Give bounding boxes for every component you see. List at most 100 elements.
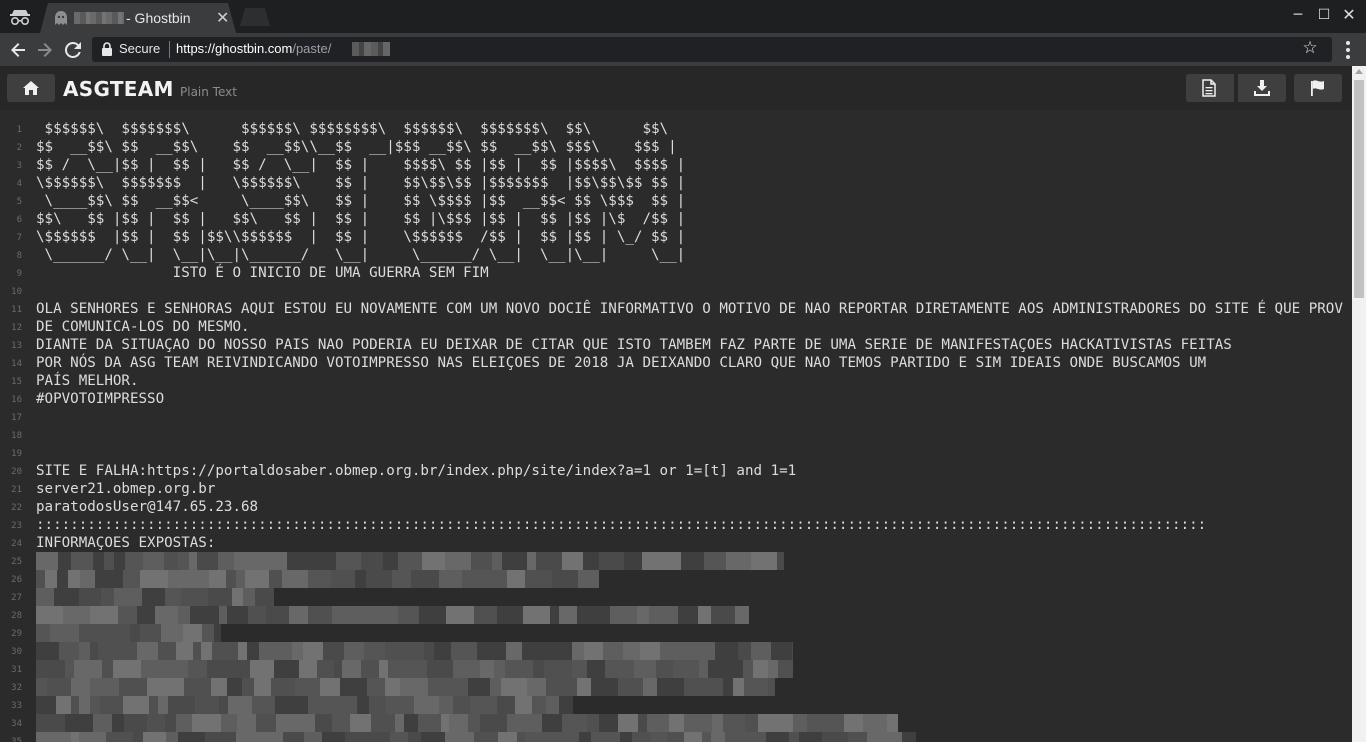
raw-button[interactable] xyxy=(1186,74,1234,102)
paste-line: 6 $$\ $$ |$$ | $$ | $$\ $$ | $$ | $$ |\$$… xyxy=(0,210,1352,228)
address-bar[interactable]: Secure https://ghostbin.com/paste/ xyxy=(92,37,1332,62)
line-number: 25 xyxy=(11,557,22,567)
omnibox-divider xyxy=(169,41,170,58)
redacted-line: 32 xyxy=(0,678,1352,696)
url-domain: https://ghostbin.com xyxy=(176,41,293,56)
secure-label: Secure xyxy=(119,41,161,56)
close-tab-icon[interactable]: ✕ xyxy=(216,8,229,27)
reload-icon[interactable] xyxy=(61,38,85,62)
paste-line: 10 xyxy=(0,282,1352,300)
line-number: 12 xyxy=(11,323,22,333)
line-text: $$ / \__|$$ | $$ | $$ / \__| $$ | $$$$\ … xyxy=(36,157,686,173)
redacted-line: 29 xyxy=(0,624,1352,642)
line-text: \$$$$$$ |$$ | $$ |$$\\$$$$$$ | $$ | \$$$… xyxy=(36,229,686,245)
line-number: 1 xyxy=(16,125,22,135)
browser-toolbar: Secure https://ghostbin.com/paste/ ☆ xyxy=(0,33,1366,66)
line-number: 35 xyxy=(11,737,22,742)
forward-arrow-icon[interactable] xyxy=(33,38,57,62)
line-number: 29 xyxy=(11,629,22,639)
line-number: 31 xyxy=(11,665,22,675)
paste-line: 23::::::::::::::::::::::::::::::::::::::… xyxy=(0,516,1352,534)
tab-title: - Ghostbin xyxy=(126,10,191,26)
line-number: 32 xyxy=(11,683,22,693)
new-tab-button[interactable] xyxy=(240,8,270,26)
pixelated-redaction xyxy=(36,660,793,678)
line-number: 8 xyxy=(16,251,22,261)
line-text: $$\ $$ |$$ | $$ | $$\ $$ | $$ | $$ |\$$$… xyxy=(36,211,686,227)
line-text: SITE E FALHA:https://portaldosaber.obmep… xyxy=(36,463,797,479)
line-number: 16 xyxy=(11,395,22,405)
url-input[interactable]: https://ghostbin.com/paste/ xyxy=(176,41,1076,59)
line-number: 17 xyxy=(11,413,22,423)
line-text: $$$$$$\ $$$$$$$\ $$$$$$\ $$$$$$$$\ $$$$$… xyxy=(36,121,677,137)
pixelated-redaction xyxy=(36,678,775,696)
line-text: server21.obmep.org.br xyxy=(36,481,216,497)
paste-line: 20 SITE E FALHA:https://portaldosaber.obm… xyxy=(0,462,1352,480)
line-text: \____$$\ $$ __$$< \____$$\ $$ | $$ \$$$$… xyxy=(36,193,686,209)
home-button[interactable] xyxy=(7,74,55,102)
active-tab[interactable]: - Ghostbin ✕ xyxy=(40,3,236,33)
line-number: 24 xyxy=(11,539,22,549)
line-number: 9 xyxy=(16,269,22,279)
incognito-icon xyxy=(10,10,30,26)
paste-line: 12 DE COMUNICA-LOS DO MESMO. xyxy=(0,318,1352,336)
paste-line: 2 $$ __$$\ $$ __$$\ $$ __$$\\__$$ __|$$$ … xyxy=(0,138,1352,156)
line-text: paratodosUser@147.65.23.68 xyxy=(36,499,259,515)
paste-line: 14 POR NÓS DA ASG TEAM REIVINDICANDO VOTO… xyxy=(0,354,1352,372)
home-icon xyxy=(23,81,39,95)
scroll-up-arrow-icon[interactable] xyxy=(1355,69,1363,74)
lock-icon xyxy=(102,42,112,56)
paste-line: 18 xyxy=(0,426,1352,444)
minimize-window-icon[interactable]: ─ xyxy=(1289,6,1307,24)
pixelated-redaction xyxy=(36,714,898,732)
back-arrow-icon[interactable] xyxy=(6,38,30,62)
browser-tab-bar: - Ghostbin ✕ ─ ☐ ✕ xyxy=(0,0,1366,33)
line-number: 22 xyxy=(11,503,22,513)
paste-line: 13 DIANTE DA SITUAÇAO DO NOSSO PAIS NAO P… xyxy=(0,336,1352,354)
pixelated-redaction xyxy=(36,642,793,660)
paste-line: 22 paratodosUser@147.65.23.68 xyxy=(0,498,1352,516)
line-text: \______/ \__| \__|\__|\______/ \__| \___… xyxy=(36,247,686,263)
line-number: 28 xyxy=(11,611,22,621)
line-text: $$ __$$\ $$ __$$\ $$ __$$\\__$$ __|$$$ _… xyxy=(36,139,677,155)
paste-line: 24 INFORMAÇOES EXPOSTAS: xyxy=(0,534,1352,552)
line-number: 19 xyxy=(11,449,22,459)
line-number: 10 xyxy=(11,287,22,297)
star-icon[interactable]: ☆ xyxy=(1300,38,1320,58)
line-number: 14 xyxy=(11,359,22,369)
page-scrollbar[interactable] xyxy=(1352,66,1366,742)
paste-line: 19 xyxy=(0,444,1352,462)
line-number: 20 xyxy=(11,467,22,477)
line-text: PAÍS MELHOR. xyxy=(36,373,139,389)
redacted-line: 28 xyxy=(0,606,1352,624)
report-button[interactable] xyxy=(1294,74,1342,102)
line-number: 23 xyxy=(11,521,22,531)
redacted-line: 31 xyxy=(0,660,1352,678)
download-button[interactable] xyxy=(1238,74,1286,102)
paste-line: 11 OLA SENHORES E SENHORAS AQUI ESTOU EU … xyxy=(0,300,1352,318)
redacted-line: 26 xyxy=(0,570,1352,588)
paste-line: 9 ISTO É O INICIO DE UMA GUERRA SEM FIM xyxy=(0,264,1352,282)
scroll-thumb[interactable] xyxy=(1354,80,1364,298)
paste-line: 5 \____$$\ $$ __$$< \____$$\ $$ | $$ \$$… xyxy=(0,192,1352,210)
kebab-menu-icon[interactable] xyxy=(1339,38,1357,60)
line-text: ISTO É O INICIO DE UMA GUERRA SEM FIM xyxy=(36,265,489,281)
redacted-line: 35 xyxy=(0,732,1352,742)
line-number: 21 xyxy=(11,485,22,495)
paste-language: Plain Text xyxy=(180,85,237,99)
line-number: 27 xyxy=(11,593,22,603)
pixelated-redaction xyxy=(36,552,784,570)
report-flag-icon xyxy=(1311,80,1324,96)
line-number: 4 xyxy=(16,179,22,189)
close-window-icon[interactable]: ✕ xyxy=(1340,6,1358,24)
paste-line: 8 \______/ \__| \__|\__|\______/ \__| \_… xyxy=(0,246,1352,264)
pixelated-redaction xyxy=(36,696,573,714)
maximize-window-icon[interactable]: ☐ xyxy=(1315,6,1333,24)
paste-line: 16 #OPVOTOIMPRESSO xyxy=(0,390,1352,408)
line-text: OLA SENHORES E SENHORAS AQUI ESTOU EU NO… xyxy=(36,301,1343,317)
paste-line: 4 \$$$$$$\ $$$$$$$ | \$$$$$$\ $$ | $$\$$\… xyxy=(0,174,1352,192)
line-number: 7 xyxy=(16,233,22,243)
ghost-favicon-icon xyxy=(54,10,68,26)
redacted-line: 27 xyxy=(0,588,1352,606)
line-number: 18 xyxy=(11,431,22,441)
